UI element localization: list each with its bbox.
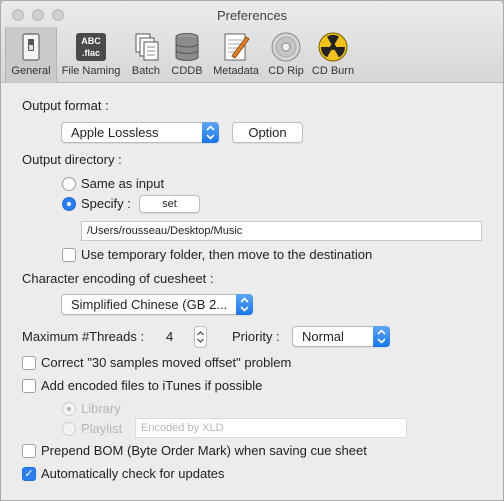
specify-label: Specify :	[81, 196, 131, 211]
popup-arrows-icon	[236, 294, 253, 315]
correct-offset-label: Correct "30 samples moved offset" proble…	[41, 355, 292, 370]
output-format-value: Apple Lossless	[71, 125, 159, 140]
metadata-icon	[224, 33, 250, 61]
cd-icon	[271, 32, 301, 62]
priority-select[interactable]: Normal	[292, 326, 390, 347]
tab-metadata[interactable]: Metadata	[207, 27, 265, 83]
set-button[interactable]: set	[139, 195, 200, 213]
specify-radio[interactable]	[62, 197, 76, 211]
same-as-input-label: Same as input	[81, 176, 165, 191]
playlist-radio[interactable]	[62, 422, 76, 436]
batch-icon	[135, 33, 159, 61]
preferences-window: Preferences General ABC .flac File Namin…	[0, 0, 504, 501]
library-radio[interactable]	[62, 402, 76, 416]
tab-general-label: General	[11, 65, 51, 77]
file-naming-badge-top: ABC	[81, 36, 101, 46]
cuesheet-encoding-label: Character encoding of cuesheet :	[22, 271, 214, 286]
playlist-name-field[interactable]: Encoded by XLD	[135, 418, 407, 438]
threads-value[interactable]: 4	[166, 329, 173, 344]
same-as-input-radio[interactable]	[62, 177, 76, 191]
output-format-select[interactable]: Apple Lossless	[61, 122, 219, 143]
tab-cddb-label: CDDB	[171, 65, 203, 77]
switch-icon	[22, 33, 40, 61]
tab-cd-burn-label: CD Burn	[311, 65, 355, 77]
tab-batch[interactable]: Batch	[125, 27, 167, 83]
output-directory-label: Output directory :	[22, 152, 122, 167]
itunes-label: Add encoded files to iTunes if possible	[41, 378, 263, 393]
tab-cd-rip-label: CD Rip	[268, 65, 304, 77]
auto-update-label: Automatically check for updates	[41, 466, 225, 481]
option-button[interactable]: Option	[232, 122, 303, 143]
tab-metadata-label: Metadata	[213, 65, 259, 77]
playlist-label: Playlist	[81, 421, 123, 436]
cuesheet-encoding-select[interactable]: Simplified Chinese (GB 2...	[61, 294, 253, 315]
cuesheet-encoding-value: Simplified Chinese (GB 2...	[71, 297, 228, 312]
popup-arrows-icon	[202, 122, 219, 143]
tab-file-naming[interactable]: ABC .flac File Naming	[58, 27, 124, 83]
tab-cddb[interactable]: CDDB	[168, 27, 206, 83]
temp-folder-label: Use temporary folder, then move to the d…	[81, 247, 373, 262]
tab-cd-burn[interactable]: CD Burn	[307, 27, 359, 83]
database-icon	[175, 33, 199, 61]
itunes-checkbox[interactable]	[22, 379, 36, 393]
temp-folder-checkbox[interactable]	[62, 248, 76, 262]
prepend-bom-checkbox[interactable]	[22, 444, 36, 458]
prepend-bom-label: Prepend BOM (Byte Order Mark) when savin…	[41, 443, 367, 458]
window-title: Preferences	[216, 8, 288, 23]
burn-icon	[318, 32, 348, 62]
output-path-field[interactable]: /Users/rousseau/Desktop/Music	[81, 221, 482, 241]
tab-general[interactable]: General	[5, 27, 57, 83]
tab-file-naming-label: File Naming	[61, 65, 121, 77]
priority-label: Priority :	[232, 329, 280, 344]
priority-value: Normal	[302, 329, 344, 344]
correct-offset-checkbox[interactable]	[22, 356, 36, 370]
output-format-label: Output format :	[22, 98, 109, 113]
popup-arrows-icon	[373, 326, 390, 347]
threads-stepper[interactable]	[194, 326, 207, 348]
file-naming-badge-bottom: .flac	[82, 48, 100, 58]
auto-update-checkbox[interactable]: ✓	[22, 467, 36, 481]
tab-batch-label: Batch	[131, 65, 161, 77]
title-bar: Preferences General ABC .flac File Namin…	[1, 1, 503, 83]
library-label: Library	[81, 401, 121, 416]
file-naming-icon: ABC .flac	[76, 33, 106, 61]
tab-cd-rip[interactable]: CD Rip	[266, 27, 306, 83]
threads-label: Maximum #Threads :	[22, 329, 145, 344]
stepper-arrows-icon	[197, 331, 204, 343]
